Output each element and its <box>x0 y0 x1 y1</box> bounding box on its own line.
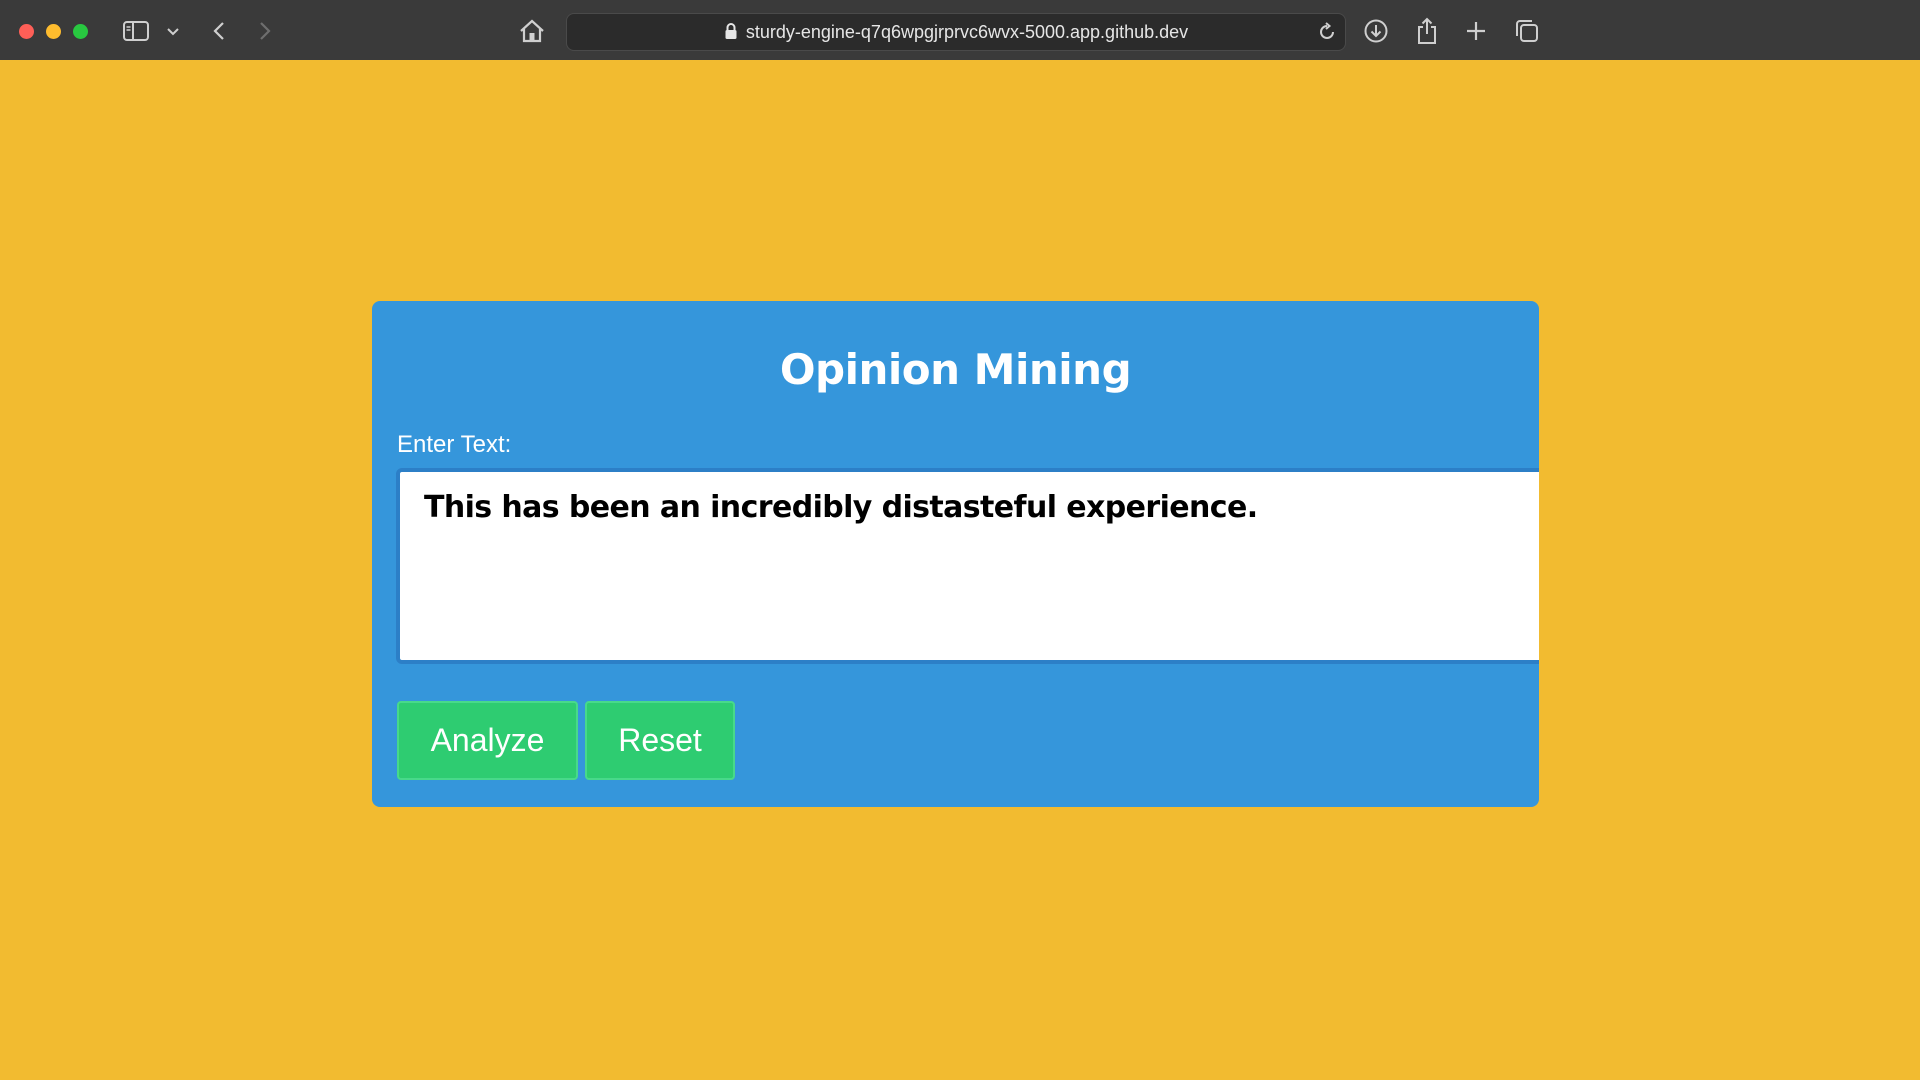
enter-text-label: Enter Text: <box>397 431 512 458</box>
tabs-icon[interactable] <box>1513 15 1541 47</box>
opinion-mining-card: Opinion Mining Enter Text: This has been… <box>372 301 1539 807</box>
sidebar-icon[interactable] <box>121 15 151 47</box>
chevron-right-icon[interactable] <box>254 15 276 47</box>
chevron-left-icon[interactable] <box>208 15 230 47</box>
minimize-window-button[interactable] <box>46 24 61 39</box>
plus-icon[interactable] <box>1464 15 1488 47</box>
lock-icon <box>724 22 738 45</box>
reload-icon[interactable] <box>1317 22 1337 47</box>
chevron-down-icon[interactable] <box>164 15 182 47</box>
page-title: Opinion Mining <box>779 345 1132 394</box>
analyze-button[interactable]: Analyze <box>397 701 578 780</box>
maximize-window-button[interactable] <box>73 24 88 39</box>
home-icon[interactable] <box>517 15 547 47</box>
share-icon[interactable] <box>1414 15 1440 47</box>
url-text: sturdy-engine-q7q6wpgjrprvc6wvx-5000.app… <box>745 21 1189 42</box>
address-bar[interactable]: sturdy-engine-q7q6wpgjrprvc6wvx-5000.app… <box>566 13 1346 51</box>
download-icon[interactable] <box>1362 15 1390 47</box>
reset-button[interactable]: Reset <box>585 701 735 780</box>
text-input-value: This has been an incredibly distasteful … <box>424 490 1258 525</box>
browser-toolbar: sturdy-engine-q7q6wpgjrprvc6wvx-5000.app… <box>0 0 1920 60</box>
text-input[interactable]: This has been an incredibly distasteful … <box>396 468 1539 664</box>
close-window-button[interactable] <box>19 24 34 39</box>
